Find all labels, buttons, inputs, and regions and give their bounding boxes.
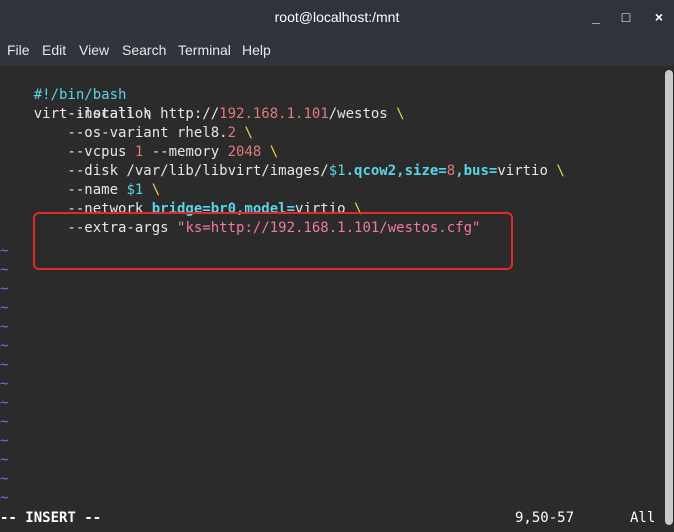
empty-line-tilde: ~ — [0, 262, 9, 278]
code-line-5: --vcpus 1 --memory 2048 \ — [0, 143, 278, 162]
empty-line-tilde: ~ — [0, 357, 9, 373]
menu-bar: File Edit View Search Terminal Help — [0, 36, 674, 66]
terminal-area[interactable]: #!/bin/bash virt-install \ --location ht… — [0, 66, 674, 532]
code-keyword: ,bus= — [455, 163, 498, 179]
empty-line-tilde: ~ — [0, 281, 9, 297]
menu-file[interactable]: File — [7, 42, 30, 58]
empty-line-tilde: ~ — [0, 414, 9, 430]
code-text: --vcpus — [0, 144, 135, 160]
vim-status-line: -- INSERT -- 9,50-57 All — [0, 509, 674, 528]
maximize-button[interactable]: □ — [612, 0, 640, 36]
code-variable: $1 — [328, 163, 346, 179]
line-continuation: \ — [269, 144, 279, 160]
empty-line-tilde: ~ — [0, 376, 9, 392]
empty-line-tilde: ~ — [0, 243, 9, 259]
empty-line-tilde: ~ — [0, 490, 9, 506]
line-continuation: \ — [556, 163, 565, 179]
line-continuation: \ — [244, 125, 253, 141]
insert-mode-indicator: -- INSERT -- — [0, 510, 102, 526]
scrollbar[interactable] — [665, 70, 673, 525]
code-line-3: --location http://192.168.1.101/westos \ — [0, 105, 405, 124]
code-text: --disk /var/lib/libvirt/images/ — [0, 163, 329, 179]
empty-line-tilde: ~ — [0, 471, 9, 487]
code-ip: 192.168.1.101 — [219, 106, 329, 122]
cursor-position: 9,50-57 — [515, 510, 575, 526]
scroll-indicator: All — [630, 510, 656, 526]
code-text: --memory — [143, 144, 228, 160]
code-number: 8 — [446, 163, 456, 179]
code-line-7: --name $1 \ — [0, 181, 160, 200]
line-continuation: \ — [151, 182, 161, 198]
code-number: 2048 — [227, 144, 262, 160]
menu-edit[interactable]: Edit — [42, 42, 66, 58]
code-text: --location http:// — [0, 106, 220, 122]
empty-line-tilde: ~ — [0, 433, 9, 449]
code-line-1: #!/bin/bash — [0, 67, 127, 103]
close-button[interactable]: × — [645, 0, 673, 36]
menu-search[interactable]: Search — [122, 42, 166, 58]
code-text: --os-variant rhel8. — [0, 125, 228, 141]
code-variable: $1 — [126, 182, 144, 198]
code-keyword: .qcow2,size= — [345, 163, 447, 179]
code-line-4: --os-variant rhel8.2 \ — [0, 124, 253, 143]
empty-line-tilde: ~ — [0, 300, 9, 316]
title-bar: root@localhost:/mnt _ □ × — [0, 0, 674, 36]
line-continuation: \ — [396, 106, 405, 122]
code-line-2: virt-install \ — [0, 86, 152, 122]
empty-line-tilde: ~ — [0, 319, 9, 335]
code-text: --name — [0, 182, 127, 198]
menu-terminal[interactable]: Terminal — [178, 42, 231, 58]
annotation-highlight-box — [33, 212, 513, 270]
menu-view[interactable]: View — [79, 42, 109, 58]
code-number: 2 — [227, 125, 237, 141]
code-text: /westos — [328, 106, 397, 122]
empty-line-tilde: ~ — [0, 338, 9, 354]
empty-line-tilde: ~ — [0, 395, 9, 411]
minimize-button[interactable]: _ — [582, 0, 610, 36]
code-line-6: --disk /var/lib/libvirt/images/$1.qcow2,… — [0, 162, 565, 181]
code-text: virtio — [497, 163, 557, 179]
empty-line-tilde: ~ — [0, 452, 9, 468]
menu-help[interactable]: Help — [242, 42, 271, 58]
window-title: root@localhost:/mnt — [274, 9, 400, 25]
